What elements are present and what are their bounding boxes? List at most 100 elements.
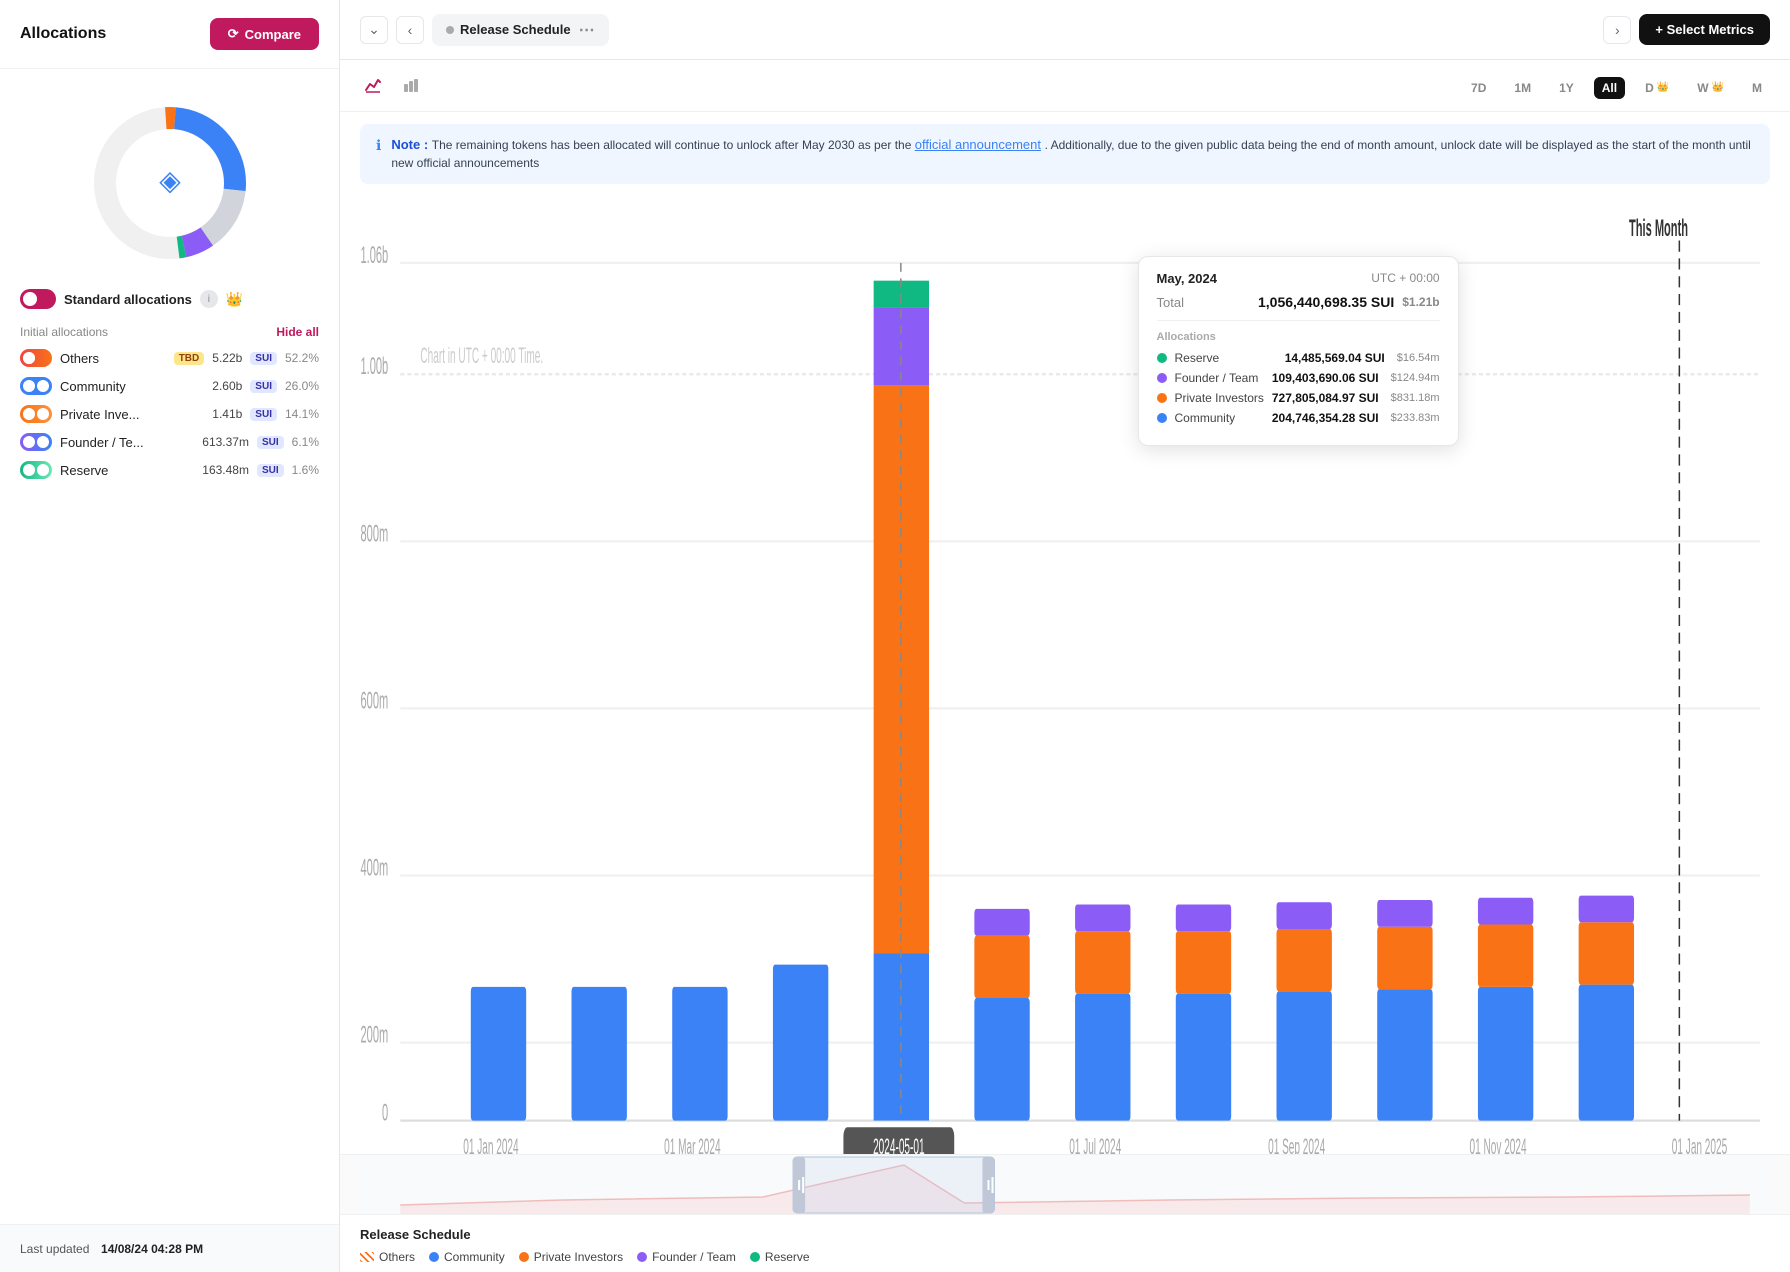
legend-item-reserve: Reserve: [750, 1250, 810, 1264]
alloc-toggle-others[interactable]: [20, 349, 52, 367]
tooltip-row-private: Private Investors 727,805,084.97 SUI $83…: [1157, 391, 1440, 405]
legend-label-founder: Founder / Team: [652, 1250, 736, 1264]
tooltip-row-community: Community 204,746,354.28 SUI $233.83m: [1157, 411, 1440, 425]
tooltip-val-community: 204,746,354.28 SUI: [1272, 411, 1379, 425]
alloc-pct-community: 26.0%: [285, 379, 319, 393]
tooltip-name-private: Private Investors: [1175, 391, 1264, 405]
legend-dot-community: [429, 1252, 439, 1262]
svg-text:This Month: This Month: [1629, 215, 1688, 242]
tooltip-dot-reserve: [1157, 353, 1167, 363]
tooltip-usd-private: $831.18m: [1391, 392, 1440, 404]
legend-area: Release Schedule Others Community Privat…: [340, 1214, 1790, 1272]
legend-label-private: Private Investors: [534, 1250, 623, 1264]
tooltip-total-sui: 1,056,440,698.35 SUI: [1258, 294, 1394, 310]
tooltip-rows: Reserve 14,485,569.04 SUI $16.54m Founde…: [1157, 351, 1440, 425]
nav-left-arrow[interactable]: ‹: [396, 16, 424, 44]
tooltip-total-values: 1,056,440,698.35 SUI $1.21b: [1258, 294, 1440, 310]
crown-icon: 👑: [226, 291, 243, 308]
legend-label-community: Community: [444, 1250, 505, 1264]
alloc-toggle-reserve[interactable]: [20, 461, 52, 479]
line-chart-btn[interactable]: [360, 72, 386, 103]
select-metrics-button[interactable]: + Select Metrics: [1639, 14, 1770, 45]
sidebar-title: Allocations: [20, 25, 106, 43]
svg-text:01 Nov 2024: 01 Nov 2024: [1470, 1133, 1527, 1154]
svg-text:0: 0: [382, 1100, 388, 1127]
release-schedule-tab[interactable]: Release Schedule ⋯: [432, 14, 609, 46]
alloc-name-community: Community: [60, 379, 204, 394]
tab-label: Release Schedule: [460, 22, 571, 37]
chart-tooltip: May, 2024 UTC + 00:00 Total 1,056,440,69…: [1138, 256, 1459, 446]
period-btn-m[interactable]: M: [1744, 77, 1770, 99]
nav-down-arrow[interactable]: ⌄: [360, 16, 388, 44]
chart-area: 1.06b 1.00b 800m 600m 400m 200m 0 Chart …: [340, 196, 1790, 1154]
main-content: ⌄ ‹ Release Schedule ⋯ › + Select Metric…: [340, 0, 1790, 1272]
alloc-pct-private: 14.1%: [285, 407, 319, 421]
tooltip-usd-founder: $124.94m: [1391, 372, 1440, 384]
standard-allocations-toggle[interactable]: [20, 289, 56, 309]
tooltip-val-founder: 109,403,690.06 SUI: [1272, 371, 1379, 385]
legend-dot-founder: [637, 1252, 647, 1262]
topbar: ⌄ ‹ Release Schedule ⋯ › + Select Metric…: [340, 0, 1790, 60]
alloc-name-founder: Founder / Te...: [60, 435, 194, 450]
alloc-toggle-community[interactable]: [20, 377, 52, 395]
alloc-toggle-founder[interactable]: [20, 433, 52, 451]
period-btn-d[interactable]: D 👑: [1637, 77, 1677, 99]
legend-dot-private: [519, 1252, 529, 1262]
note-link[interactable]: official announcement: [915, 137, 1041, 152]
alloc-toggle-private[interactable]: [20, 405, 52, 423]
allocations-section: Initial allocations Hide all Others TBD …: [0, 325, 339, 1224]
alloc-item-private: Private Inve... 1.41b SUI 14.1%: [20, 405, 319, 423]
info-icon[interactable]: i: [200, 290, 218, 308]
time-btn-7d[interactable]: 7D: [1463, 77, 1494, 99]
note-label: Note :: [391, 137, 431, 152]
tooltip-total-row: Total 1,056,440,698.35 SUI $1.21b: [1157, 294, 1440, 321]
nav-right-arrow[interactable]: ›: [1603, 16, 1631, 44]
tooltip-usd-community: $233.83m: [1391, 412, 1440, 424]
tooltip-row-founder: Founder / Team 109,403,690.06 SUI $124.9…: [1157, 371, 1440, 385]
svg-text:01 Jan 2024: 01 Jan 2024: [463, 1133, 519, 1154]
tooltip-header: May, 2024 UTC + 00:00: [1157, 271, 1440, 286]
hide-all-button[interactable]: Hide all: [276, 325, 319, 339]
tab-dot: [446, 26, 454, 34]
tooltip-alloc-title: Allocations: [1157, 331, 1440, 343]
legend-items: Others Community Private Investors Found…: [360, 1250, 1770, 1264]
sidebar-header: Allocations ⟳ Compare: [0, 0, 339, 69]
note-banner: ℹ Note : The remaining tokens has been a…: [360, 124, 1770, 184]
alloc-name-reserve: Reserve: [60, 463, 194, 478]
tooltip-row-reserve: Reserve 14,485,569.04 SUI $16.54m: [1157, 351, 1440, 365]
tooltip-dot-private: [1157, 393, 1167, 403]
initial-allocations-label: Initial allocations: [20, 325, 108, 339]
bar-chart-btn[interactable]: [398, 72, 424, 103]
time-btn-all[interactable]: All: [1594, 77, 1625, 99]
sui-badge-founder: SUI: [257, 436, 284, 449]
legend-item-community: Community: [429, 1250, 505, 1264]
chart-controls: 7D 1M 1Y All D 👑 W 👑 M: [340, 60, 1790, 112]
bottom-navigator[interactable]: [340, 1154, 1790, 1214]
sui-badge-others: SUI: [250, 352, 277, 365]
chart-svg: 1.06b 1.00b 800m 600m 400m 200m 0 Chart …: [360, 196, 1770, 1154]
time-btn-1m[interactable]: 1M: [1506, 77, 1539, 99]
standard-allocations-toggle-area: Standard allocations i 👑: [0, 281, 339, 325]
tooltip-dot-founder: [1157, 373, 1167, 383]
compare-button[interactable]: ⟳ Compare: [210, 18, 319, 50]
svg-text:01 Mar 2024: 01 Mar 2024: [664, 1133, 721, 1154]
sui-badge-private: SUI: [250, 408, 277, 421]
alloc-item-founder: Founder / Te... 613.37m SUI 6.1%: [20, 433, 319, 451]
svg-text:1.06b: 1.06b: [361, 242, 389, 269]
sidebar: Allocations ⟳ Compare: [0, 0, 340, 1272]
period-btn-w[interactable]: W 👑: [1689, 77, 1732, 99]
time-btn-1y[interactable]: 1Y: [1551, 77, 1582, 99]
alloc-item-community: Community 2.60b SUI 26.0%: [20, 377, 319, 395]
tooltip-val-private: 727,805,084.97 SUI: [1272, 391, 1379, 405]
compare-icon: ⟳: [228, 26, 239, 42]
last-updated-value: 14/08/24 04:28 PM: [101, 1242, 203, 1256]
legend-item-others: Others: [360, 1250, 415, 1264]
alloc-amount-private: 1.41b: [212, 407, 242, 421]
allocations-header: Initial allocations Hide all: [20, 325, 319, 339]
legend-hatch-others: [360, 1252, 374, 1262]
sui-badge-reserve: SUI: [257, 464, 284, 477]
tbd-badge: TBD: [174, 352, 205, 365]
note-content: Note : The remaining tokens has been all…: [391, 136, 1754, 172]
tooltip-name-community: Community: [1175, 411, 1264, 425]
alloc-pct-reserve: 1.6%: [292, 463, 319, 477]
